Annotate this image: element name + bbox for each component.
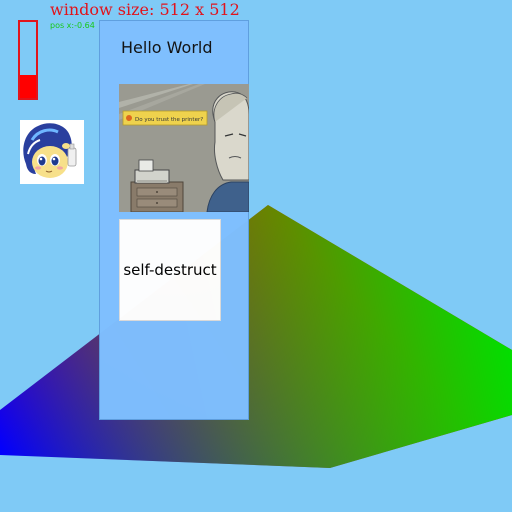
hello-window-panel[interactable]: Hello World Do you trust the printer? se… [99,20,249,420]
level-meter [18,20,38,100]
printer-comic-image: Do you trust the printer? [119,84,249,212]
comic-banner-text: Do you trust the printer? [135,117,203,123]
self-destruct-button[interactable]: self-destruct [119,219,221,321]
pony-avatar-icon [20,120,84,184]
window-size-label: window size: 512 x 512 [50,0,240,19]
level-meter-fill [20,75,36,98]
position-readout: pos x:-0.64 [50,21,95,30]
panel-title: Hello World [121,38,213,57]
gradient-triangle [0,205,512,468]
